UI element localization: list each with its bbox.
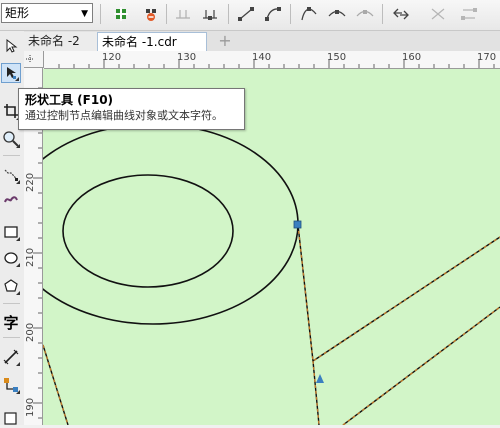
text-tool-icon: 字 [3, 313, 19, 332]
break-curve-icon [203, 10, 217, 20]
ruler-label: 160 [402, 52, 422, 63]
toolbar-separator [228, 4, 229, 24]
smart-drawing-icon [4, 196, 18, 203]
new-tab-icon[interactable]: + [217, 33, 233, 49]
inner-ellipse[interactable] [62, 174, 234, 288]
ruler-label: 200 [25, 322, 36, 342]
cusp-node-icon [301, 7, 317, 21]
flyout-indicator [15, 77, 19, 81]
polygon-tool[interactable] [1, 276, 21, 296]
tab-document-2[interactable]: 未命名 -2 [24, 32, 104, 51]
smooth-node-button[interactable] [326, 3, 348, 25]
tab-label: 未命名 -2 [28, 34, 80, 48]
toolbar-separator [290, 4, 291, 24]
toolbox-separator [3, 155, 20, 156]
flyout-indicator [16, 144, 20, 148]
document-tab-bar: 未命名 -2 未命名 -1.cdr + [24, 31, 500, 51]
flyout-indicator [16, 263, 20, 267]
close-curve-icon [461, 8, 477, 20]
reverse-direction-icon [393, 8, 409, 20]
delete-node-icon [146, 9, 156, 21]
close-curve-button[interactable] [458, 3, 480, 25]
ruler-label: 130 [177, 52, 197, 63]
zoom-tool[interactable] [1, 129, 21, 149]
tab-document-1[interactable]: 未命名 -1.cdr [97, 32, 207, 51]
toolbar-separator [166, 4, 167, 24]
flyout-indicator [16, 362, 20, 366]
selected-path[interactable] [43, 224, 500, 425]
flyout-indicator [16, 237, 20, 241]
ruler-origin[interactable] [24, 51, 44, 68]
interactive-tool-icon [4, 412, 17, 425]
large-ellipse[interactable] [43, 123, 299, 325]
to-curve-button[interactable] [262, 3, 284, 25]
delete-node-button[interactable] [140, 3, 162, 25]
add-node-icon [114, 7, 128, 21]
shape-tool[interactable] [1, 63, 21, 83]
toolbox-separator [3, 337, 20, 338]
symmetrical-node-button[interactable] [354, 3, 376, 25]
connector-tool[interactable] [1, 375, 21, 395]
toolbar-separator [100, 4, 101, 24]
extend-curve-button[interactable] [427, 3, 449, 25]
cusp-node-button[interactable] [298, 3, 320, 25]
smooth-node-icon [328, 10, 346, 17]
tab-label: 未命名 -1.cdr [102, 35, 177, 49]
dimension-tool[interactable] [1, 347, 21, 367]
ruler-label: 120 [102, 52, 122, 63]
shape-type-dropdown[interactable]: 矩形 ▼ [1, 3, 93, 23]
to-line-icon [238, 7, 254, 21]
ruler-label: 150 [327, 52, 347, 63]
reverse-direction-button[interactable] [390, 3, 412, 25]
ruler-label: 190 [25, 397, 36, 417]
horizontal-ruler[interactable]: 120 130 140 150 160 170 [44, 51, 500, 69]
shape-tool-tooltip: 形状工具 (F10) 通过控制节点编辑曲线对象或文本字符。 [18, 88, 245, 130]
interactive-tool[interactable] [1, 408, 21, 428]
toolbar-separator [382, 4, 383, 24]
smart-drawing-tool[interactable] [1, 191, 21, 211]
freehand-tool[interactable] [1, 165, 21, 185]
ruler-label: 210 [25, 247, 36, 267]
tooltip-description: 通过控制节点编辑曲线对象或文本字符。 [25, 109, 223, 122]
join-nodes-button[interactable] [172, 3, 194, 25]
ruler-label: 220 [25, 172, 36, 192]
pick-tool-icon [6, 39, 18, 53]
to-curve-icon [265, 7, 281, 21]
toolbox-separator [3, 303, 20, 304]
ellipse-tool[interactable] [1, 248, 21, 268]
ruler-label: 140 [252, 52, 272, 63]
flyout-indicator [16, 180, 20, 184]
chevron-down-icon[interactable]: ▼ [81, 5, 88, 23]
ruler-label: 170 [477, 52, 497, 63]
flyout-indicator [16, 291, 20, 295]
text-tool[interactable]: 字 [1, 312, 21, 332]
flyout-indicator [16, 390, 20, 394]
break-curve-button[interactable] [199, 3, 221, 25]
property-bar: 矩形 ▼ [0, 0, 500, 31]
symmetrical-node-icon [356, 10, 374, 17]
path-node[interactable] [293, 220, 302, 229]
rectangle-tool[interactable] [1, 222, 21, 242]
direction-arrow-icon [316, 374, 324, 383]
tooltip-title: 形状工具 (F10) [25, 93, 114, 107]
ruler-origin-icon [26, 55, 34, 63]
extend-curve-icon [431, 8, 445, 20]
pick-tool[interactable] [1, 36, 21, 56]
join-nodes-icon [176, 10, 190, 19]
shape-type-value: 矩形 [5, 6, 30, 20]
to-line-button[interactable] [235, 3, 257, 25]
add-node-button[interactable] [110, 3, 132, 25]
